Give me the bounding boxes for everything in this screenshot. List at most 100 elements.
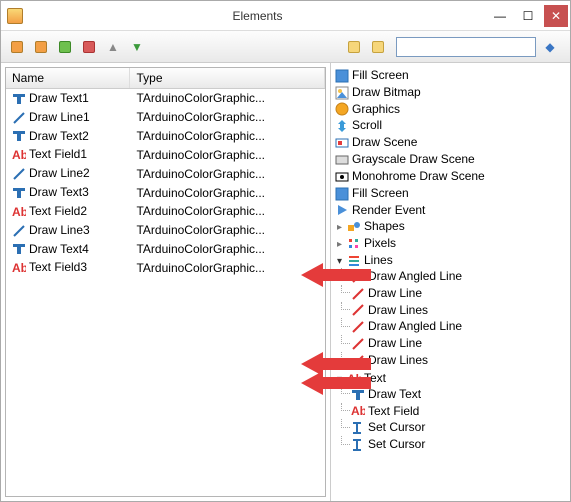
paste2-icon[interactable] (368, 37, 388, 57)
tree-item-label: Draw Line (368, 286, 422, 300)
line-icon (12, 167, 26, 181)
close-button[interactable]: ✕ (544, 5, 568, 27)
column-name[interactable]: Name (6, 68, 130, 89)
row-type: TArduinoColorGraphic... (130, 127, 325, 146)
add-box-green-icon[interactable] (31, 37, 51, 57)
fill-icon (335, 187, 349, 201)
row-type: TArduinoColorGraphic... (130, 108, 325, 127)
text-icon (12, 129, 26, 143)
row-name: Draw Text3 (29, 185, 89, 199)
text-icon (12, 92, 26, 106)
tree-item[interactable]: Draw Line (351, 285, 566, 302)
tree-item[interactable]: Fill Screen (335, 67, 566, 84)
tree-item-label: Set Cursor (368, 420, 425, 434)
toolbar: ▲ ▼ ◆ (1, 31, 570, 63)
tree-branch-label: Lines (364, 253, 393, 267)
tree-item[interactable]: Draw Line (351, 335, 566, 352)
tree-item-label: Set Cursor (368, 437, 425, 451)
graphics-icon (335, 102, 349, 116)
angled-line-icon (351, 354, 365, 368)
search-input[interactable] (396, 37, 536, 57)
row-name: Text Field3 (29, 260, 87, 274)
tree-branch[interactable]: ▸Pixels (335, 235, 566, 252)
table-row[interactable]: Draw Text1 TArduinoColorGraphic... (6, 89, 325, 108)
table-row[interactable]: Draw Line2TArduinoColorGraphic... (6, 164, 325, 183)
tree-branch[interactable]: ▸ Shapes (335, 218, 566, 235)
tree-item-label: Draw Lines (368, 303, 428, 317)
table-row[interactable]: AbcText Field1TArduinoColorGraphic... (6, 145, 325, 164)
collapse-icon[interactable]: ▾ (335, 376, 344, 385)
mono-scene-icon (335, 170, 349, 184)
right-panel: Fill ScreenDraw BitmapGraphicsScrollDraw… (331, 63, 570, 501)
row-name: Draw Line1 (29, 110, 90, 124)
tree-item-label: Draw Angled Line (368, 269, 462, 283)
tree-branch[interactable]: ▾AbcTextDraw TextAbcText FieldSet Cursor… (335, 370, 566, 454)
tree-item[interactable]: Set Cursor (351, 419, 566, 436)
expand-icon[interactable]: ▸ (335, 224, 344, 233)
tree-item[interactable]: Monohrome Draw Scene (335, 168, 566, 185)
row-type: TArduinoColorGraphic... (130, 240, 325, 259)
tree-item[interactable]: Draw Scene (335, 134, 566, 151)
row-name: Draw Line3 (29, 223, 90, 237)
box-green-icon[interactable] (55, 37, 75, 57)
tree-item[interactable]: Draw Bitmap (335, 84, 566, 101)
tree-item[interactable]: Draw Text (351, 386, 566, 403)
tree-item-label: Fill Screen (352, 68, 409, 82)
field-icon: Abc (12, 148, 26, 162)
tree-item[interactable]: Draw Angled Line (351, 268, 566, 285)
tree-branch-label: Shapes (364, 219, 405, 233)
pixels-icon (347, 237, 361, 251)
tree-item[interactable]: Draw Lines (351, 352, 566, 369)
tree-item[interactable]: Set Cursor (351, 436, 566, 453)
table-row[interactable]: Draw Text4TArduinoColorGraphic... (6, 240, 325, 259)
angled-line-icon (351, 337, 365, 351)
table-row[interactable]: Draw Text2TArduinoColorGraphic... (6, 127, 325, 146)
row-name: Draw Line2 (29, 166, 90, 180)
expand-icon[interactable]: ▸ (335, 241, 344, 250)
row-type: TArduinoColorGraphic... (130, 89, 325, 108)
arrow-up-icon[interactable]: ▲ (103, 37, 123, 57)
box-red-icon[interactable] (79, 37, 99, 57)
clear-search-icon[interactable]: ◆ (540, 37, 560, 57)
angled-line-icon (351, 270, 365, 284)
minimize-button[interactable]: — (486, 5, 514, 27)
tree-item-label: Draw Angled Line (368, 319, 462, 333)
table-row[interactable]: Draw Text3TArduinoColorGraphic... (6, 183, 325, 202)
tree-item[interactable]: Fill Screen (335, 185, 566, 202)
tree-item[interactable]: Draw Lines (351, 302, 566, 319)
tree-item-label: Render Event (352, 203, 425, 217)
tree-item-label: Grayscale Draw Scene (352, 152, 475, 166)
table-row[interactable]: Draw Line3 TArduinoColorGraphic... (6, 221, 325, 240)
tree-item[interactable]: Grayscale Draw Scene (335, 151, 566, 168)
tree-item-label: Monohrome Draw Scene (352, 169, 485, 183)
arrow-down-icon[interactable]: ▼ (127, 37, 147, 57)
tree-item-label: Fill Screen (352, 186, 409, 200)
title-bar: Elements — ☐ ✕ (1, 1, 570, 31)
maximize-button[interactable]: ☐ (514, 5, 542, 27)
gray-scene-icon (335, 153, 349, 167)
scene-icon (335, 136, 349, 150)
tree-item[interactable]: Graphics (335, 101, 566, 118)
row-type: TArduinoColorGraphic... (130, 221, 325, 240)
column-type[interactable]: Type (130, 68, 325, 89)
tree-item[interactable]: Scroll (335, 117, 566, 134)
tree-item[interactable]: Draw Angled Line (351, 318, 566, 335)
svg-text:Abc: Abc (351, 404, 365, 418)
table-row[interactable]: AbcText Field3TArduinoColorGraphic... (6, 258, 325, 277)
svg-text:Abc: Abc (347, 372, 361, 386)
tree-item[interactable]: Render Event (335, 202, 566, 219)
angled-line-icon (351, 303, 365, 317)
text-icon (12, 242, 26, 256)
collapse-icon[interactable]: ▾ (335, 258, 344, 267)
tree-item[interactable]: AbcText Field (351, 403, 566, 420)
tree-branch[interactable]: ▾LinesDraw Angled LineDraw LineDraw Line… (335, 252, 566, 370)
field-icon: Abc (12, 261, 26, 275)
paste1-icon[interactable] (344, 37, 364, 57)
angled-line-icon (351, 320, 365, 334)
table-row[interactable]: AbcText Field2TArduinoColorGraphic... (6, 202, 325, 221)
tree-item-label: Text Field (368, 404, 419, 418)
add-box-icon[interactable] (7, 37, 27, 57)
table-row[interactable]: Draw Line1 TArduinoColorGraphic... (6, 108, 325, 127)
row-name: Draw Text1 (29, 91, 89, 105)
text-icon (12, 186, 26, 200)
